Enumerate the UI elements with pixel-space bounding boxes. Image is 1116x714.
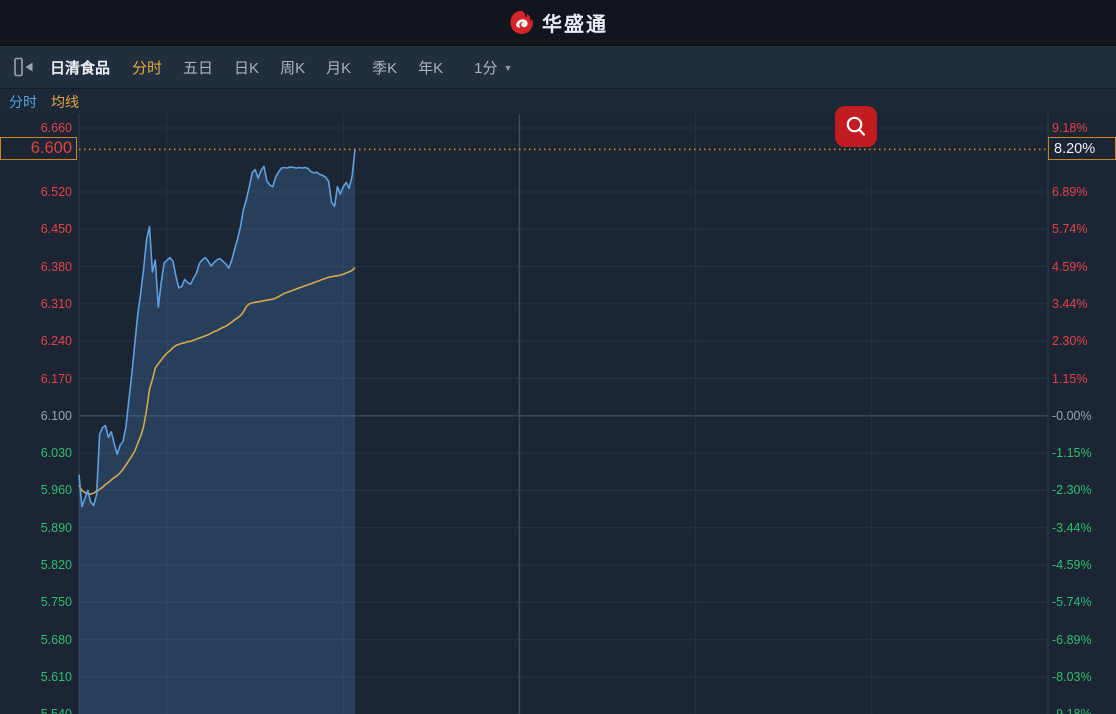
tab-季K[interactable]: 季K (372, 57, 397, 78)
current-change-box: 8.20% (1048, 137, 1116, 161)
trading-app-window: 华盛通 日清食品 分时 五日 日K 周K 月K 季K 年K 1分 ▼ 分时 均线… (0, 0, 1116, 714)
pct-tick-label: -6.89% (1052, 632, 1092, 647)
price-tick-label: 6.240 (40, 334, 72, 349)
tab-分时[interactable]: 分时 (132, 57, 162, 78)
price-area-fill (79, 149, 355, 714)
price-tick-label: 5.680 (40, 632, 72, 647)
pct-tick-label: -3.44% (1052, 520, 1092, 535)
tab-fenshi-overlay[interactable]: 分时 (9, 92, 37, 112)
pct-tick-label: 4.59% (1052, 259, 1088, 274)
tab-周K[interactable]: 周K (280, 57, 305, 78)
app-logo: 华盛通 (508, 8, 608, 37)
period-tabs: 分时 五日 日K 周K 月K 季K 年K (132, 57, 443, 78)
chart-toolbar: 日清食品 分时 五日 日K 周K 月K 季K 年K 1分 ▼ (0, 46, 1116, 147)
pct-tick-label: 5.74% (1052, 222, 1088, 237)
price-tick-label: 6.100 (40, 408, 72, 423)
kline-interval-select[interactable]: 1分 ▼ (474, 57, 512, 78)
price-tick-label: 6.170 (40, 371, 72, 386)
app-title: 华盛通 (542, 14, 608, 36)
tab-日K[interactable]: 日K (234, 57, 259, 78)
chart-canvas (78, 114, 1049, 714)
intraday-chart[interactable]: 6.660 6.520 6.450 6.380 6.310 6.240 6.170 6.100… (0, 114, 1116, 714)
pct-tick-label: -2.30% (1052, 483, 1092, 498)
pct-tick-label: -1.15% (1052, 446, 1092, 461)
price-tick-label: 5.750 (40, 595, 72, 610)
pct-tick-label: -4.59% (1052, 558, 1092, 573)
price-tick-label: 5.610 (40, 670, 72, 685)
pct-tick-label: -9.18% (1052, 706, 1114, 714)
price-tick-label: 5.820 (40, 558, 72, 573)
price-tick-label: 6.450 (40, 222, 72, 237)
tab-junxian-overlay[interactable]: 均线 (51, 92, 79, 112)
pct-tick-label: 3.44% (1052, 296, 1088, 311)
price-tick-label: 6.660 (40, 121, 72, 135)
stock-name[interactable]: 日清食品 (50, 57, 110, 78)
kline-interval-value: 1分 (474, 59, 498, 77)
overlay-tabs: 分时 均线 (0, 89, 1116, 114)
flame-logo-icon (510, 11, 533, 34)
pct-tick-label: 9.18% (1052, 121, 1088, 135)
price-tick-label: 5.960 (40, 483, 72, 498)
pct-tick-label: 6.89% (1052, 185, 1088, 199)
current-price-box: 6.600 (0, 137, 77, 161)
pct-tick-label: 2.30% (1052, 334, 1088, 349)
pct-tick-label: -8.03% (1052, 670, 1092, 685)
price-tick-label: 6.030 (40, 446, 72, 461)
pct-tick-label: -5.74% (1052, 595, 1092, 610)
tab-五日[interactable]: 五日 (183, 57, 213, 78)
price-tick-label: 6.380 (40, 259, 72, 274)
price-tick-label: 5.890 (40, 520, 72, 535)
price-tick-label: 6.520 (40, 185, 72, 199)
pct-tick-label: -0.00% (1052, 408, 1092, 423)
tab-月K[interactable]: 月K (326, 57, 351, 78)
chevron-down-icon: ▼ (503, 63, 513, 73)
tab-年K[interactable]: 年K (418, 57, 443, 78)
price-tick-label: 6.310 (40, 296, 72, 311)
search-icon (846, 116, 866, 136)
search-button[interactable] (835, 106, 877, 147)
price-tick-label: 5.540 (0, 706, 72, 714)
collapse-panel-icon[interactable] (13, 56, 34, 78)
pct-tick-label: 1.15% (1052, 371, 1088, 386)
app-header: 华盛通 (0, 0, 1116, 46)
